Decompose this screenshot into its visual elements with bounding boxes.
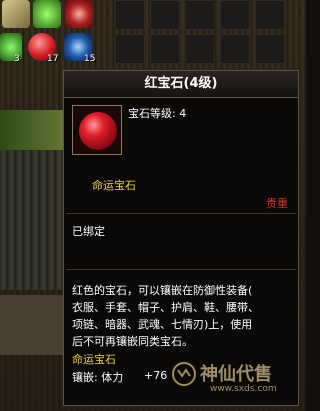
rarity-label: 贵重 <box>266 197 288 210</box>
item-count: 15 <box>84 54 96 64</box>
site-watermark: 神仙代售 www.sxds.com <box>172 356 302 406</box>
divider <box>66 213 296 214</box>
empty-inventory-slot[interactable] <box>220 0 250 30</box>
watermark-url: www.sxds.com <box>210 384 277 394</box>
item-count: 3 <box>14 54 20 64</box>
red-gem-icon <box>79 112 117 150</box>
empty-inventory-slot[interactable] <box>150 34 180 64</box>
empty-inventory-slot[interactable] <box>185 0 215 30</box>
gem-level-text: 宝石等级: 4 <box>128 107 187 120</box>
empty-inventory-slot[interactable] <box>255 34 285 64</box>
empty-inventory-slot[interactable] <box>150 0 180 30</box>
fox-logo-icon <box>172 362 196 386</box>
empty-inventory-slot[interactable] <box>220 34 250 64</box>
item-count: 17 <box>47 54 59 64</box>
footer-category: 命运宝石 <box>72 353 116 366</box>
green-gem-item-icon[interactable] <box>33 0 61 28</box>
red-orb-item-icon[interactable] <box>65 0 93 28</box>
description-line: 红色的宝石，可以镶嵌在防御性装备( <box>72 284 253 297</box>
empty-inventory-slot[interactable] <box>185 34 215 64</box>
item-description: 红色的宝石，可以镶嵌在防御性装备( 衣服、手套、帽子、护肩、鞋、腰带、 项链、暗… <box>72 282 294 350</box>
scene-foliage <box>0 110 70 150</box>
empty-inventory-slot[interactable] <box>255 0 285 30</box>
scene-wall <box>0 295 66 355</box>
item-hotbar: 3 17 15 <box>0 0 306 66</box>
watermark-brand: 神仙代售 <box>200 364 272 385</box>
bound-status: 已绑定 <box>72 225 105 238</box>
inlay-stat-label: 镶嵌: 体力 <box>72 371 124 384</box>
empty-inventory-slot[interactable] <box>115 34 145 64</box>
scroll-item-icon[interactable] <box>2 0 30 28</box>
inlay-stat-value: +76 <box>144 369 168 382</box>
scene-roof-tiles <box>0 150 70 290</box>
description-line: 衣服、手套、帽子、护肩、鞋、腰带、 <box>72 301 259 314</box>
gem-category: 命运宝石 <box>92 179 136 192</box>
divider <box>66 269 296 270</box>
empty-inventory-slot[interactable] <box>115 0 145 30</box>
tooltip-title: 红宝石(4级) <box>64 71 298 98</box>
description-line: 项链、暗器、武魂、七情刃)上，使用 <box>72 318 253 331</box>
item-icon-frame <box>72 105 122 155</box>
description-line: 后不可再镶嵌同类宝石。 <box>72 335 193 348</box>
